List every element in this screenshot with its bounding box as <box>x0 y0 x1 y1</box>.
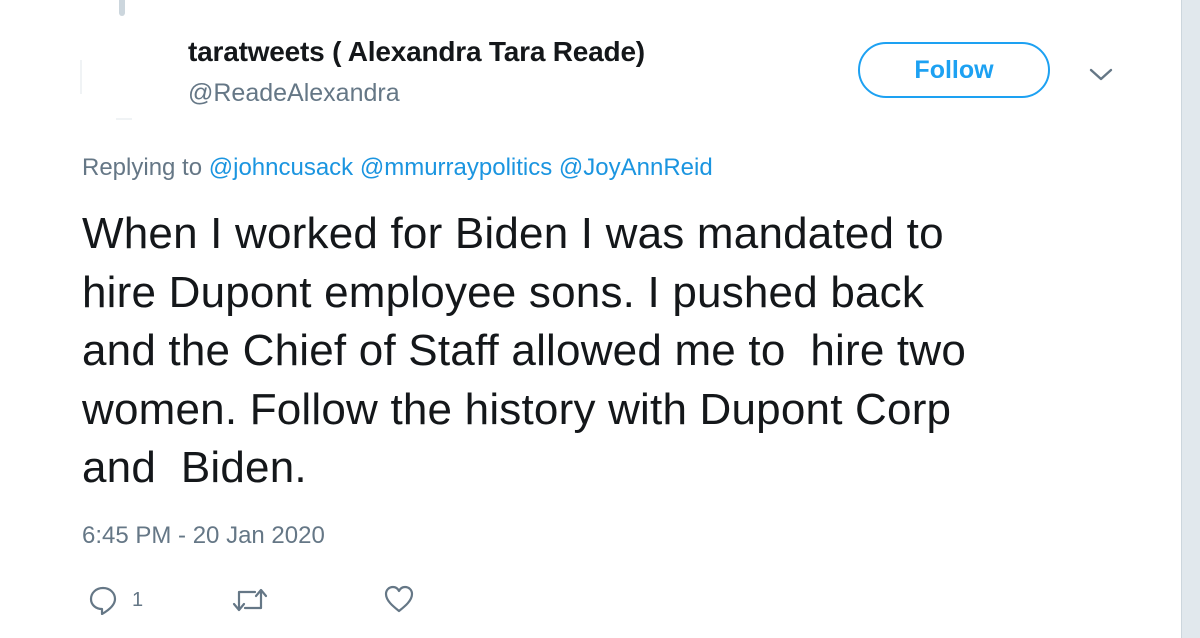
tweet-text-line: and Biden. <box>82 443 307 492</box>
window-edge <box>1181 0 1200 638</box>
tweet-text-line: hire Dupont employee sons. I pushed back <box>82 267 925 317</box>
tweet-text-line: and the Chief of Staff allowed me to hir… <box>82 326 967 375</box>
like-button[interactable] <box>384 585 414 613</box>
mention-link[interactable]: @JoyAnnReid <box>559 154 713 181</box>
reply-button[interactable]: 1 <box>88 585 143 615</box>
tweet-text-line: When I worked for Biden I was mandated t… <box>82 209 944 258</box>
tweet-timestamp[interactable]: 6:45 PM - 20 Jan 2020 <box>82 522 325 550</box>
reply-count: 1 <box>132 588 144 611</box>
tweet-text-line: women. Follow the history with Dupont Co… <box>82 384 952 434</box>
mention-link[interactable]: @mmurraypolitics <box>360 154 552 181</box>
heart-icon <box>384 585 414 613</box>
mention-link[interactable]: @johncusack <box>209 154 353 181</box>
replying-to-line: Replying to @johncusack @mmurraypolitics… <box>82 154 713 182</box>
reply-bubble-icon <box>88 585 118 615</box>
follow-button[interactable]: Follow <box>858 42 1050 98</box>
tweet-text: When I worked for Biden I was mandated t… <box>82 205 1142 498</box>
chevron-down-icon[interactable] <box>1086 60 1116 90</box>
replying-to-label: Replying to <box>82 154 203 181</box>
retweet-icon <box>232 585 268 615</box>
author-display-name[interactable]: taratweets ( Alexandra Tara Reade) <box>188 36 645 68</box>
retweet-button[interactable] <box>232 585 268 615</box>
author-handle[interactable]: @ReadeAlexandra <box>188 79 400 108</box>
avatar[interactable] <box>80 34 166 120</box>
thread-connector-line <box>119 0 125 16</box>
